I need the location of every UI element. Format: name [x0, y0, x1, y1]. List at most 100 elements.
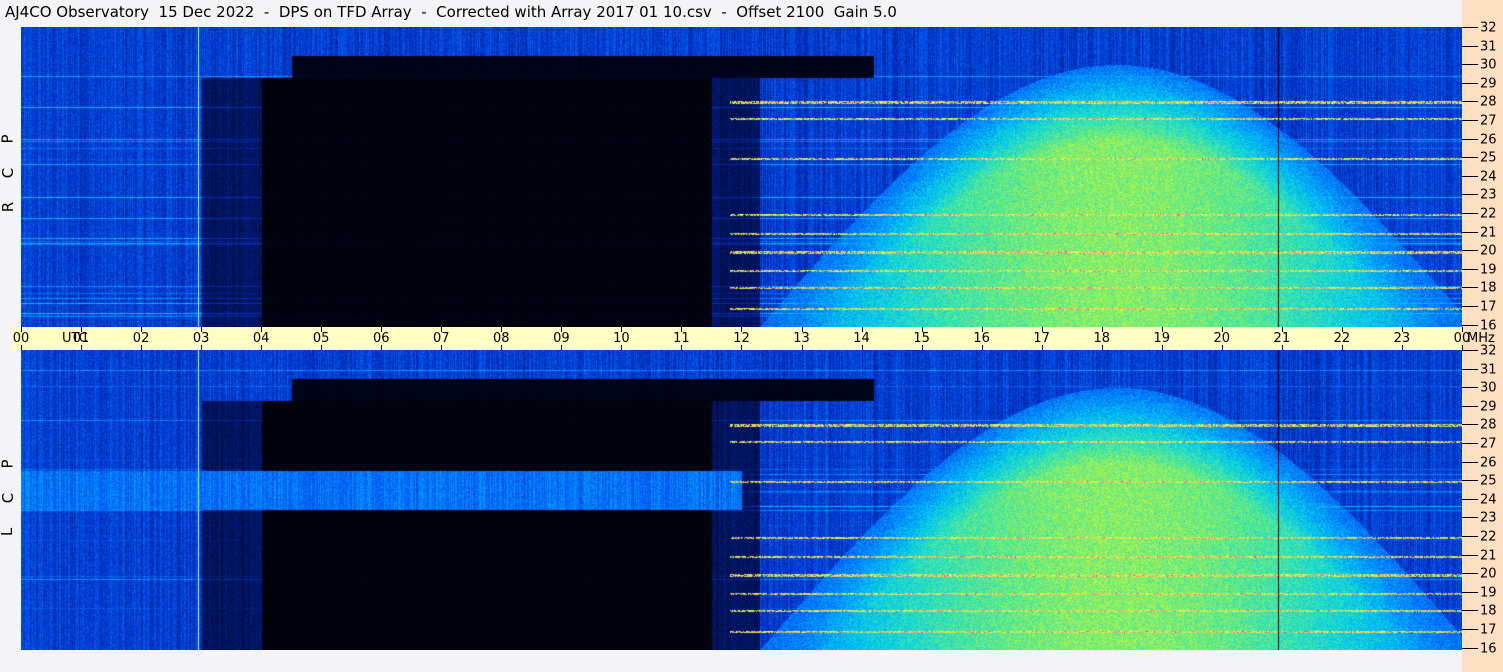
utc-time-axis: 00 01 02 03 04 05 06 07 08 09 10 11 12 13 14 15 16 17 18 19… [12, 327, 1470, 350]
time-tick-label: 03 [192, 331, 210, 346]
freq-tick-label: 29 [1480, 399, 1497, 415]
time-tick-label: 13 [793, 331, 810, 346]
time-tick [321, 345, 323, 350]
freq-tick-label: 18 [1480, 280, 1497, 296]
freq-tick [1462, 175, 1478, 177]
freq-tick-label: 18 [1480, 603, 1497, 619]
time-tick [681, 345, 683, 350]
time-tick [441, 345, 443, 350]
freq-tick-label: 32 [1480, 343, 1497, 359]
freq-tick [1462, 461, 1478, 463]
freq-tick-label: 19 [1480, 585, 1497, 601]
freq-tick [1462, 194, 1478, 196]
time-tick [921, 327, 923, 332]
time-tick [561, 345, 563, 350]
freq-tick-label: 28 [1480, 417, 1497, 433]
time-tick [1341, 345, 1343, 350]
time-tick [1221, 327, 1223, 332]
freq-tick [1462, 480, 1478, 482]
freq-tick-label: 20 [1480, 243, 1497, 259]
time-tick-label: 00 [12, 331, 30, 346]
time-tick [801, 327, 803, 332]
time-tick-label: 16 [973, 331, 990, 346]
time-tick-label: 21 [1273, 331, 1291, 346]
freq-tick-label: 17 [1480, 299, 1497, 315]
freq-tick [1462, 138, 1478, 140]
freq-tick-label: 17 [1480, 622, 1497, 638]
time-tick-label: 08 [493, 331, 510, 346]
freq-tick-label: 25 [1480, 150, 1497, 166]
freq-tick [1462, 647, 1478, 649]
freq-tick-label: 25 [1480, 473, 1497, 489]
freq-tick [1462, 82, 1478, 84]
time-tick-label: 19 [1153, 331, 1171, 346]
time-tick [981, 327, 983, 332]
polarization-letter: P [0, 134, 17, 144]
time-tick-label: 02 [132, 331, 150, 346]
freq-tick-label: 16 [1480, 318, 1497, 334]
freq-tick [1462, 350, 1478, 351]
time-tick [141, 345, 143, 350]
time-tick [681, 327, 683, 332]
freq-tick [1462, 498, 1478, 500]
freq-tick-label: 28 [1480, 94, 1497, 110]
time-tick-label: 05 [312, 331, 330, 346]
time-tick [861, 327, 863, 332]
freq-tick-label: 20 [1480, 566, 1497, 582]
freq-tick [1462, 306, 1478, 307]
time-tick [261, 345, 263, 350]
freq-tick [1462, 405, 1478, 407]
time-tick [861, 345, 863, 350]
chart-title: AJ4CO Observatory 15 Dec 2022 - DPS on T… [5, 3, 897, 21]
freq-tick [1462, 554, 1478, 556]
time-tick [501, 327, 503, 332]
freq-tick-label: 21 [1480, 225, 1497, 241]
time-tick [1281, 345, 1283, 350]
polarization-letter: L [0, 528, 16, 536]
freq-tick [1462, 157, 1478, 159]
freq-tick-label: 29 [1480, 76, 1497, 92]
time-tick [1401, 327, 1403, 332]
freq-tick [1462, 591, 1478, 593]
freq-tick [1462, 629, 1478, 630]
time-tick [201, 327, 203, 332]
time-tick [261, 327, 263, 332]
time-tick-label: 15 [913, 331, 930, 346]
time-tick-label: 04 [252, 331, 270, 346]
freq-tick-label: 27 [1480, 436, 1497, 452]
freq-tick [1462, 231, 1478, 233]
time-tick-label: 06 [372, 331, 390, 346]
time-tick [1461, 327, 1463, 332]
rcp-spectrogram [21, 27, 1462, 327]
time-tick [1221, 345, 1223, 350]
freq-tick [1462, 387, 1478, 389]
freq-tick [1462, 324, 1478, 326]
time-tick [141, 327, 143, 332]
freq-tick-label: 21 [1480, 548, 1497, 564]
freq-tick-label: 22 [1480, 529, 1497, 545]
time-tick [21, 345, 22, 350]
polarization-letter: R [0, 201, 18, 213]
time-tick [1101, 327, 1103, 332]
freq-tick-label: 30 [1480, 57, 1497, 73]
time-tick-label: 07 [432, 331, 450, 346]
time-tick [321, 327, 323, 332]
freq-tick-label: 30 [1480, 380, 1497, 396]
lcp-heatmap [21, 350, 1462, 650]
time-tick-label: 11 [673, 331, 690, 346]
time-tick [381, 345, 383, 350]
freq-tick-label: 24 [1480, 169, 1497, 185]
polarization-letter: C [0, 492, 18, 504]
time-tick-label: 09 [553, 331, 570, 346]
freq-tick [1462, 536, 1478, 537]
time-tick [381, 327, 383, 332]
freq-tick-label: 31 [1480, 362, 1497, 378]
time-tick [1041, 345, 1043, 350]
freq-tick-label: 32 [1480, 20, 1497, 36]
freq-tick-label: 16 [1480, 641, 1497, 657]
time-tick [621, 345, 623, 350]
time-tick [921, 345, 923, 350]
time-tick-label: 22 [1333, 331, 1351, 346]
time-tick [981, 345, 983, 350]
utc-label: UTC [62, 331, 88, 346]
